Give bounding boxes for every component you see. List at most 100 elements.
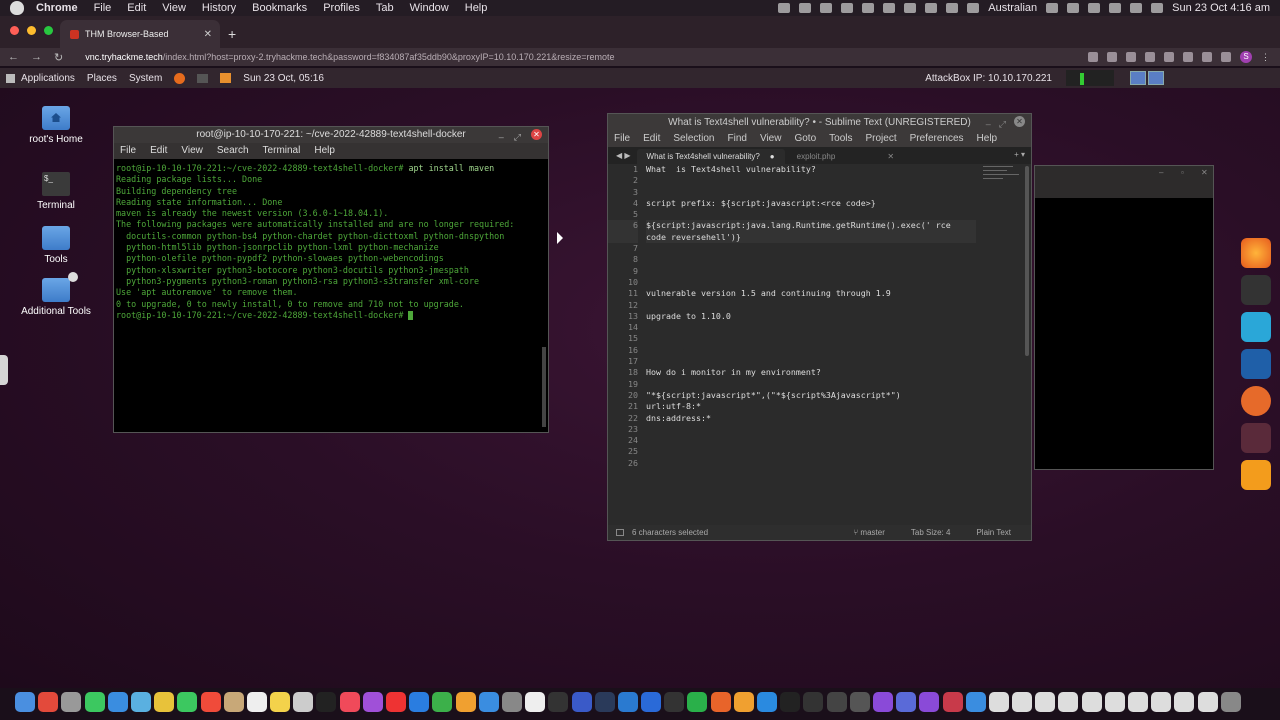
status-icon[interactable]: [841, 3, 854, 13]
terminal-menu-edit[interactable]: Edit: [150, 143, 167, 159]
app-icon[interactable]: [919, 692, 940, 712]
status-icon[interactable]: [799, 3, 812, 13]
facetime-icon[interactable]: [177, 692, 198, 712]
menu-app-name[interactable]: Chrome: [28, 2, 86, 14]
workspace-switcher[interactable]: [1130, 71, 1164, 85]
app-icon[interactable]: [710, 692, 731, 712]
menu-file[interactable]: File: [86, 2, 120, 14]
sublime-tab-active[interactable]: What is Text4shell vulnerability? ●: [636, 149, 785, 164]
input-source[interactable]: Australian: [988, 2, 1037, 14]
finder-icon[interactable]: [15, 692, 35, 712]
sublime-dock-icon[interactable]: [733, 692, 754, 712]
terminal-window[interactable]: root@ip-10-10-170-221: ~/cve-2022-42889-…: [113, 126, 549, 433]
unsaved-dot-icon[interactable]: ●: [770, 152, 775, 161]
zap-icon[interactable]: [1241, 386, 1271, 416]
sublime-window[interactable]: What is Text4shell vulnerability? • - Su…: [607, 113, 1032, 541]
zoom-icon[interactable]: [757, 692, 777, 712]
terminal-launcher-icon[interactable]: [197, 73, 209, 83]
menu-edit[interactable]: Edit: [119, 2, 154, 14]
notes-icon[interactable]: [270, 692, 291, 712]
sublime-menu-help[interactable]: Help: [977, 131, 998, 147]
app-icon[interactable]: [826, 692, 847, 712]
new-tab-icon[interactable]: +: [228, 26, 236, 42]
close-window-button[interactable]: [10, 26, 19, 35]
window-thumb[interactable]: [1174, 692, 1195, 712]
window-thumb[interactable]: [1035, 692, 1056, 712]
trash-icon[interactable]: [1220, 692, 1241, 712]
extension-icon[interactable]: [1164, 52, 1174, 62]
more-menu-icon[interactable]: ⋮: [1261, 52, 1270, 63]
sublime-menu-selection[interactable]: Selection: [673, 131, 714, 147]
window-thumb[interactable]: [1104, 692, 1125, 712]
sublime-menu-tools[interactable]: Tools: [829, 131, 852, 147]
desktop-icon-additional-tools[interactable]: Additional Tools: [6, 272, 106, 317]
terminal-menu-search[interactable]: Search: [217, 143, 249, 159]
music-icon[interactable]: [339, 692, 360, 712]
maximize-icon[interactable]: ▫: [1181, 168, 1184, 177]
panel-clock[interactable]: Sun 23 Oct, 05:16: [243, 73, 324, 84]
app-icon[interactable]: [849, 692, 870, 712]
firefox-icon[interactable]: [1241, 238, 1271, 268]
menu-window[interactable]: Window: [402, 2, 457, 14]
search-icon[interactable]: [1130, 3, 1143, 13]
panel-toggle-icon[interactable]: [616, 529, 624, 536]
url-field[interactable]: vnc.tryhackme.tech/index.html?host=proxy…: [85, 52, 614, 62]
menu-tab[interactable]: Tab: [368, 2, 402, 14]
sublime-menu-preferences[interactable]: Preferences: [910, 131, 964, 147]
settings-icon[interactable]: [501, 692, 522, 712]
panel-places[interactable]: Places: [87, 73, 117, 84]
news-icon[interactable]: [386, 692, 406, 712]
menu-profiles[interactable]: Profiles: [315, 2, 368, 14]
puzzle-icon[interactable]: [1202, 52, 1212, 62]
extension-icon[interactable]: [1183, 52, 1193, 62]
burp-suite-icon[interactable]: [1241, 312, 1271, 342]
forward-icon[interactable]: →: [31, 51, 42, 64]
maximize-icon[interactable]: ⤢: [999, 116, 1006, 133]
vscode-icon[interactable]: [617, 692, 638, 712]
armitage-icon[interactable]: [1241, 423, 1271, 453]
terminal-menu-file[interactable]: File: [120, 143, 136, 159]
sidepanel-icon[interactable]: [1221, 52, 1231, 62]
window-thumb[interactable]: [1081, 692, 1102, 712]
minimize-icon[interactable]: –: [1159, 168, 1163, 177]
window-thumb[interactable]: [1151, 692, 1172, 712]
profile-avatar[interactable]: S: [1240, 51, 1252, 63]
contacts-icon[interactable]: [223, 692, 244, 712]
share-icon[interactable]: [1107, 52, 1117, 62]
status-icon[interactable]: [862, 3, 875, 13]
status-icon[interactable]: [946, 3, 959, 13]
sublime-menu-file[interactable]: File: [614, 131, 630, 147]
sublime-editor[interactable]: 1 2 3 4 5 6 7 8 9 10 11 12 13 14 15 16 1…: [608, 164, 1031, 504]
messages-icon[interactable]: [84, 692, 105, 712]
sublime-menu-project[interactable]: Project: [866, 131, 897, 147]
maximize-icon[interactable]: ⤢: [514, 129, 521, 145]
app-icon[interactable]: [641, 692, 662, 712]
numbers-icon[interactable]: [432, 692, 453, 712]
tab-controls-icon[interactable]: + ▾: [1014, 150, 1025, 159]
extension-icon[interactable]: [1145, 52, 1155, 62]
sublime-tab-exploit[interactable]: exploit.php ✕: [785, 149, 906, 164]
status-icon[interactable]: [925, 3, 938, 13]
battery-icon[interactable]: [1088, 3, 1101, 13]
sublime-launcher-icon[interactable]: [220, 73, 232, 83]
status-icon[interactable]: [904, 3, 917, 13]
browser-tab[interactable]: THM Browser-Based ✕: [60, 20, 220, 48]
menubar-clock[interactable]: Sun 23 Oct 4:16 am: [1172, 2, 1270, 14]
terminal-output[interactable]: root@ip-10-10-170-221:~/cve-2022-42889-t…: [114, 159, 548, 325]
panel-applications[interactable]: Applications: [21, 73, 75, 84]
sublime-titlebar[interactable]: What is Text4shell vulnerability? • - Su…: [608, 114, 1031, 131]
reload-icon[interactable]: ↻: [54, 51, 63, 64]
maximize-window-button[interactable]: [44, 26, 53, 35]
sublime-menu-goto[interactable]: Goto: [794, 131, 816, 147]
minimap[interactable]: [983, 166, 1023, 196]
menu-history[interactable]: History: [194, 2, 244, 14]
app-icon[interactable]: [594, 692, 615, 712]
window-thumb[interactable]: [988, 692, 1009, 712]
status-icon[interactable]: [820, 3, 833, 13]
minimize-icon[interactable]: –: [499, 129, 504, 145]
tab-size[interactable]: Tab Size: 4: [911, 528, 951, 537]
desktop-icon-terminal[interactable]: $_ Terminal: [6, 172, 106, 211]
play-icon[interactable]: [1046, 3, 1059, 13]
terminal-dock-icon[interactable]: [548, 692, 569, 712]
sublime-text-icon[interactable]: [1241, 460, 1271, 490]
